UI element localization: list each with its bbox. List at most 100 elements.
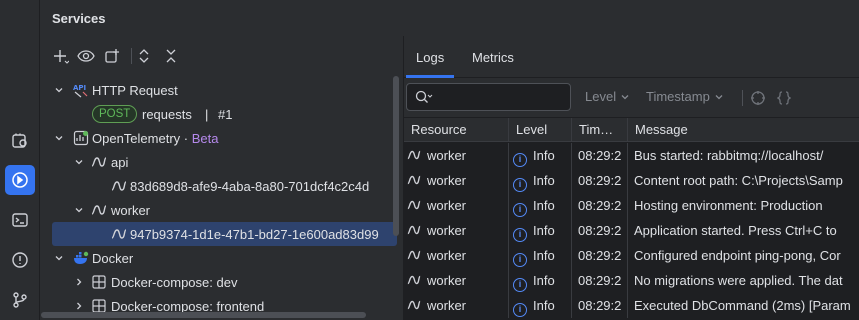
tree-toolbar [41,36,403,76]
info-icon: i [513,303,527,317]
message-cell: Bus started: rabbitmq://localhost/ [634,148,824,163]
post-method-badge: POST [92,105,138,123]
tree-node-label: OpenTelemetry · Beta [92,131,219,146]
chevron-down-icon[interactable] [53,132,65,144]
level-text: Info [533,223,555,238]
chevron-down-icon[interactable] [73,156,85,168]
level-cell: i Info [509,268,572,293]
resource-cell: worker [404,143,509,168]
tree-vertical-scrollbar[interactable] [393,76,399,236]
table-row[interactable]: worker i Info 08:29:2 No migrations were app… [404,268,859,293]
tree-node-http-request-post[interactable]: POST requests | #1 [41,102,403,126]
eye-icon[interactable] [76,46,96,66]
trace-id: 947b9374-1d1e-47b1-bd27-1e600ad83d99 [130,226,379,242]
trace-icon [407,170,421,193]
add-service-icon[interactable] [51,46,71,66]
request-separator: | [205,106,209,122]
trace-icon [407,295,421,318]
soft-wrap-icon[interactable] [776,90,792,109]
info-icon: i [513,153,527,167]
collapse-all-icon[interactable] [161,46,181,66]
tab-metrics[interactable]: Metrics [472,36,514,78]
table-row[interactable]: worker i Info 08:29:2 Executed DbCommand (2m… [404,293,859,318]
tree-node-worker[interactable]: worker [41,198,403,222]
resource-text: worker [427,198,467,213]
level-text: Info [533,273,555,288]
resource-text: worker [427,148,467,163]
level-text: Info [533,298,555,313]
level-cell: i Info [509,193,572,218]
message-cell: Hosting environment: Production [634,198,823,213]
chevron-down-icon [715,94,723,99]
table-row[interactable]: worker i Info 08:29:2 Configured endpoint pi… [404,243,859,268]
resource-cell: worker [404,293,509,318]
compose-icon [91,274,107,290]
trace-icon [91,202,107,218]
tree-node-docker[interactable]: Docker [41,246,403,270]
message-cell: Executed DbCommand (2ms) [Param [634,298,851,313]
message-cell: Configured endpoint ping-pong, Cor [634,248,841,263]
level-text: Info [533,173,555,188]
tree-node-label: Docker-compose: dev [111,274,238,290]
table-row[interactable]: worker i Info 08:29:2 Content root path: C:\… [404,168,859,193]
column-header-message[interactable]: Message [628,118,859,142]
tab-logs[interactable]: Logs [405,36,455,78]
info-icon: i [513,278,527,292]
tree-node-http-request[interactable]: API HTTP Request [41,78,403,102]
new-group-icon[interactable] [102,46,122,66]
services-debug-icon[interactable] [5,126,35,156]
chevron-down-icon[interactable] [53,252,65,264]
table-row[interactable]: worker i Info 08:29:2 Application started. P… [404,218,859,243]
chevron-right-icon[interactable] [73,276,85,288]
tree-node-worker-trace[interactable]: 947b9374-1d1e-47b1-bd27-1e600ad83d99 [52,222,397,246]
info-icon: i [513,253,527,267]
column-header-time[interactable]: Tim… [572,118,628,142]
services-title: Services [52,10,106,26]
tree-node-api[interactable]: api [41,150,403,174]
level-filter-label: Level [585,89,617,104]
problems-icon[interactable] [5,245,35,275]
tree-horizontal-scrollbar[interactable] [41,312,366,318]
terminal-icon[interactable] [5,205,35,235]
level-cell: i Info [509,168,572,193]
trace-icon [407,270,421,293]
git-branch-icon[interactable] [5,285,35,315]
resource-cell: worker [404,218,509,243]
tree-node-compose-dev[interactable]: Docker-compose: dev [41,270,403,294]
tree-node-label: worker [111,202,151,218]
log-filter-bar: Level Timestamp [404,78,859,118]
level-cell: i Info [509,243,572,268]
log-search-input[interactable] [406,83,571,111]
trace-icon [407,245,421,268]
resource-text: worker [427,298,467,313]
level-cell: i Info [509,293,572,318]
table-row[interactable]: worker i Info 08:29:2 Bus started: rabbitmq:… [404,143,859,168]
trace-icon [111,178,127,194]
level-text: Info [533,148,555,163]
opentelemetry-label: OpenTelemetry [92,130,181,146]
chevron-down-icon[interactable] [73,204,85,216]
chevron-down-icon[interactable] [53,84,65,96]
timestamp-filter-dropdown[interactable]: Timestamp [646,89,724,104]
api-icon: API [73,82,89,98]
opentelemetry-icon [73,130,89,146]
services-icon[interactable] [5,165,35,195]
tree-node-opentelemetry[interactable]: OpenTelemetry · Beta [41,126,403,150]
tree-node-api-trace[interactable]: 83d689d8-afe9-4aba-8a80-701dcf4c2c4d [41,174,403,198]
message-cell: Application started. Press Ctrl+C to [634,223,837,238]
chevron-down-icon [621,94,629,99]
beta-badge: Beta [191,130,219,146]
message-cell: Content root path: C:\Projects\Samp [634,173,843,188]
chevron-right-icon[interactable] [73,300,85,312]
column-header-level[interactable]: Level [509,118,572,142]
scroll-to-end-icon[interactable] [750,90,766,109]
level-filter-dropdown[interactable]: Level [585,89,630,104]
time-cell: 08:29:2 [572,193,628,218]
table-row[interactable]: worker i Info 08:29:2 Hosting environment: P… [404,193,859,218]
filter-separator [742,90,743,106]
column-header-resource[interactable]: Resource [404,118,509,142]
level-cell: i Info [509,143,572,168]
expand-all-icon[interactable] [134,46,154,66]
resource-cell: worker [404,168,509,193]
trace-icon [111,226,127,242]
